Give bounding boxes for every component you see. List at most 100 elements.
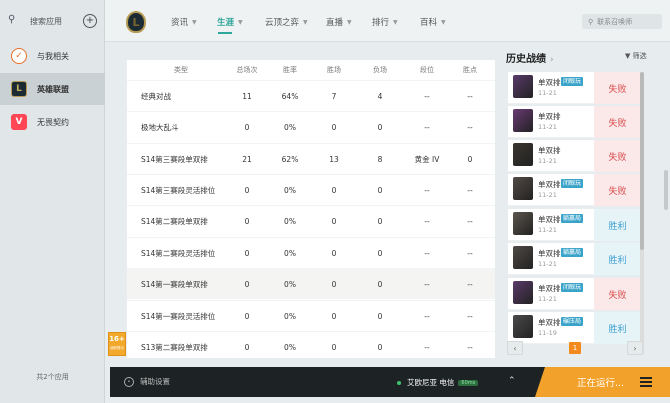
nav-label: 生涯 <box>217 18 235 28</box>
table-row[interactable]: S14第一赛段单双排 0 0% 0 0 -- -- <box>127 268 495 299</box>
table-cell: S13第二赛段单双排 <box>141 342 208 352</box>
table-cell: 黄金 IV <box>414 154 440 164</box>
table-cell: S14第二赛段单双排 <box>141 216 208 226</box>
summoner-search-input[interactable]: ⚲ 联系召唤师 <box>582 14 662 29</box>
table-row[interactable]: S13第二赛段单双排 0 0% 0 0 -- -- <box>127 331 495 358</box>
prev-page-button[interactable]: ‹ <box>507 341 523 355</box>
chevron-right-icon: › <box>550 55 554 65</box>
match-result: 失败 <box>594 72 641 104</box>
table-cell: 0 <box>377 216 383 226</box>
table-cell: 0 <box>377 279 383 289</box>
table-cell: -- <box>467 122 473 132</box>
nav-tft[interactable]: 云顶之弈 ▼ <box>265 16 308 28</box>
nav-career[interactable]: 生涯 ▼ <box>217 16 243 28</box>
champion-portrait-icon <box>513 177 533 200</box>
search-icon: ⚲ <box>8 14 16 25</box>
sidebar-item-valorant[interactable]: V 无畏契约 <box>0 106 105 138</box>
col-winrate: 胜率 <box>283 66 297 74</box>
champion-portrait-icon <box>513 109 533 132</box>
table-cell: -- <box>424 248 430 258</box>
history-scrollbar[interactable] <box>640 72 644 354</box>
table-row[interactable]: S14第二赛段灵活排位 0 0% 0 0 -- -- <box>127 237 495 268</box>
assist-settings-button[interactable]: • 辅助设置 <box>124 376 170 387</box>
history-title[interactable]: 历史战绩 › <box>506 50 554 65</box>
table-cell: 0 <box>331 248 337 258</box>
nav-wiki[interactable]: 百科 ▼ <box>420 16 446 28</box>
game-mode: 单双排 <box>538 249 561 258</box>
history-item[interactable]: 单双排 11-21 失败 <box>508 106 641 138</box>
table-cell: 0 <box>244 185 250 195</box>
history-item[interactable]: 单双排 闭眼玩 11-21 失败 <box>508 174 641 206</box>
champion-portrait-icon <box>513 315 533 338</box>
table-cell: 0 <box>331 216 337 226</box>
filter-button[interactable]: ▼ 筛选 <box>625 51 647 61</box>
table-cell: S14第一赛段灵活排位 <box>141 311 216 321</box>
match-result: 失败 <box>594 278 641 310</box>
table-cell: 0 <box>377 122 383 132</box>
table-cell: 0% <box>284 248 296 258</box>
chevron-down-icon: ▼ <box>192 18 197 26</box>
table-row[interactable]: S14第二赛段单双排 0 0% 0 0 -- -- <box>127 205 495 236</box>
table-row[interactable]: S14第一赛段灵活排位 0 0% 0 0 -- -- <box>127 300 495 331</box>
match-date: 11-21 <box>538 89 557 97</box>
game-mode: 单双排 <box>538 146 561 155</box>
stats-table: 类型 总场次 胜率 胜场 负场 段位 胜点 经典对战 11 64% 7 4 -- -- 极地大… <box>127 60 495 358</box>
table-cell: 0 <box>377 185 383 195</box>
table-cell: 0% <box>284 122 296 132</box>
table-cell: -- <box>424 216 430 226</box>
table-cell: 经典对战 <box>141 91 171 101</box>
table-row[interactable]: 经典对战 11 64% 7 4 -- -- <box>127 80 495 111</box>
window-resize-handle[interactable] <box>664 170 668 210</box>
game-mode: 单双排 <box>538 78 561 87</box>
game-mode: 单双排 <box>538 112 561 121</box>
match-tag-badge: 闭眼玩 <box>561 77 584 86</box>
sidebar-item-lol[interactable]: L 英雄联盟 <box>0 73 105 105</box>
menu-icon[interactable] <box>640 377 652 387</box>
match-tag-badge: 闭眼玩 <box>561 179 584 188</box>
chevron-down-icon: ▼ <box>393 18 398 26</box>
table-row[interactable]: S14第三赛段灵活排位 0 0% 0 0 -- -- <box>127 174 495 205</box>
col-total: 总场次 <box>236 66 258 74</box>
history-item[interactable]: 单双排 闭眼玩 11-21 失败 <box>508 72 641 104</box>
table-cell: 0 <box>244 216 250 226</box>
history-item[interactable]: 单双排 11-21 失败 <box>508 140 641 172</box>
nav-news[interactable]: 资讯 ▼ <box>171 16 197 28</box>
history-list: 单双排 闭眼玩 11-21 失败 单双排 11-21 失败 单双排 11-21 失败 单双排 闭眼玩 1… <box>508 72 641 360</box>
table-cell: 0% <box>284 342 296 352</box>
filter-icon: ▼ <box>625 52 631 60</box>
match-history: 历史战绩 › ▼ 筛选 单双排 闭眼玩 11-21 失败 单双排 11-21 失败 单双排 11-… <box>500 42 670 360</box>
table-cell: 0% <box>284 216 296 226</box>
table-cell: 62% <box>281 154 299 164</box>
champion-portrait-icon <box>513 143 533 166</box>
table-row[interactable]: S14第三赛段单双排 21 62% 13 8 黄金 IV 0 <box>127 143 495 174</box>
app-count: 共2个应用 <box>36 373 69 381</box>
chevron-down-icon: ▼ <box>441 18 446 26</box>
app-search[interactable]: ⚲ 搜索应用 + <box>0 0 105 42</box>
next-page-button[interactable]: › <box>627 341 643 355</box>
add-app-button[interactable]: + <box>83 14 97 28</box>
history-item[interactable]: 单双排 躺赢局 11-21 胜利 <box>508 243 641 275</box>
match-result: 胜利 <box>594 209 641 241</box>
nav-rank[interactable]: 排行 ▼ <box>372 16 398 28</box>
related-icon: ✓ <box>11 48 27 64</box>
lol-icon: L <box>11 81 27 97</box>
table-cell: 4 <box>377 91 383 101</box>
current-page[interactable]: 1 <box>569 342 581 354</box>
sidebar-item-related[interactable]: ✓ 与我相关 <box>0 40 105 72</box>
history-item[interactable]: 单双排 闭眼玩 11-21 失败 <box>508 278 641 310</box>
history-item[interactable]: 单双排 躺赢局 11-21 胜利 <box>508 209 641 241</box>
table-row[interactable]: 极地大乱斗 0 0% 0 0 -- -- <box>127 111 495 142</box>
scrollbar-thumb[interactable] <box>640 72 644 250</box>
chevron-up-icon[interactable]: ⌃ <box>508 376 516 386</box>
server-status-dot <box>397 380 401 385</box>
table-cell: -- <box>467 311 473 321</box>
match-date: 11-21 <box>538 191 557 199</box>
nav-live[interactable]: 直播 ▼ <box>326 16 352 28</box>
app-search-label: 搜索应用 <box>30 16 62 26</box>
match-tag-badge: 闭眼玩 <box>561 283 584 292</box>
table-cell: 21 <box>242 154 252 164</box>
champion-portrait-icon <box>513 281 533 304</box>
match-date: 11-21 <box>538 123 557 131</box>
match-date: 11-21 <box>538 260 557 268</box>
server-selector[interactable]: 艾欧尼亚 电信 60ms <box>397 377 479 388</box>
